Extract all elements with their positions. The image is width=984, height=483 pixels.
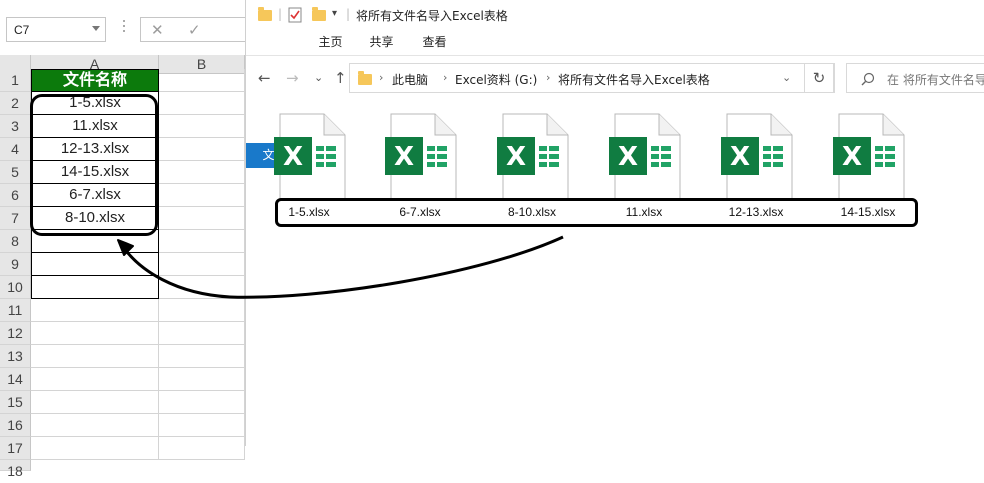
new-folder-icon[interactable] <box>312 7 326 21</box>
row-header[interactable]: 6 <box>0 184 31 207</box>
properties-icon[interactable] <box>288 7 302 23</box>
row-header[interactable]: 17 <box>0 437 31 460</box>
folder-icon <box>358 71 372 85</box>
name-box[interactable]: C7 <box>6 17 106 42</box>
excel-file-icon: X <box>721 113 793 201</box>
cell-b13[interactable] <box>159 345 245 368</box>
navigation-bar: ← → ⌄ ↑ › 此电脑 › Excel资料 (G:) › 将所有文件名导入E… <box>246 58 984 98</box>
row-header[interactable]: 2 <box>0 92 31 115</box>
tab-share[interactable]: 共享 <box>359 30 404 55</box>
excel-file-icon: X <box>274 113 346 201</box>
excel-file-icon: X <box>385 113 457 201</box>
cell-a11[interactable] <box>31 299 159 322</box>
divider: | <box>346 7 351 21</box>
excel-letter: X <box>842 142 862 172</box>
excel-file-icon: X <box>833 113 905 201</box>
tab-view[interactable]: 查看 <box>412 30 457 55</box>
row-header[interactable]: 12 <box>0 322 31 345</box>
excel-letter: X <box>394 142 414 172</box>
drag-handle-icon[interactable] <box>123 20 126 38</box>
cell-a10[interactable] <box>31 276 159 299</box>
cell-a1-header[interactable]: 文件名称 <box>31 69 159 92</box>
excel-letter: X <box>283 142 303 172</box>
cell-b1[interactable] <box>159 69 245 92</box>
cell-b14[interactable] <box>159 368 245 391</box>
formula-buttons: ✕ ✓ fx <box>140 17 376 42</box>
breadcrumb-drive[interactable]: Excel资料 (G:) <box>455 71 537 88</box>
row-header[interactable]: 8 <box>0 230 31 253</box>
cell-b17[interactable] <box>159 437 245 460</box>
forward-arrow-icon[interactable]: → <box>286 69 299 87</box>
excel-file-icon: X <box>497 113 569 201</box>
row-header[interactable]: 15 <box>0 391 31 414</box>
cell-b12[interactable] <box>159 322 245 345</box>
cell-a14[interactable] <box>31 368 159 391</box>
divider: | <box>278 7 283 21</box>
customize-toolbar-icon[interactable]: ▾ <box>332 8 337 19</box>
title-bar: | ▾ | 将所有文件名导入Excel表格 <box>246 0 984 30</box>
row-header[interactable]: 9 <box>0 253 31 276</box>
cell-b8[interactable] <box>159 230 245 253</box>
breadcrumb-current-folder[interactable]: 将所有文件名导入Excel表格 <box>558 71 710 88</box>
row-header[interactable]: 4 <box>0 138 31 161</box>
cell-b6[interactable] <box>159 184 245 207</box>
chevron-right-icon[interactable]: › <box>379 71 383 84</box>
cancel-icon[interactable]: ✕ <box>151 21 164 39</box>
tab-home[interactable]: 主页 <box>308 30 353 55</box>
up-arrow-icon[interactable]: ↑ <box>334 69 347 87</box>
cell-b15[interactable] <box>159 391 245 414</box>
address-bar[interactable]: › 此电脑 › Excel资料 (G:) › 将所有文件名导入Excel表格 ⌄ <box>349 63 835 93</box>
recent-locations-icon[interactable]: ⌄ <box>314 71 323 84</box>
cell-b5[interactable] <box>159 161 245 184</box>
chevron-right-icon[interactable]: › <box>546 71 550 84</box>
formula-bar: C7 ✕ ✓ fx <box>0 0 376 60</box>
ribbon-tabs: 文件 主页 共享 查看 <box>246 30 984 168</box>
cell-b7[interactable] <box>159 207 245 230</box>
cell-a17[interactable] <box>31 437 159 460</box>
cell-b11[interactable] <box>159 299 245 322</box>
highlight-box-excel <box>30 94 158 236</box>
back-arrow-icon[interactable]: ← <box>258 69 271 87</box>
excel-letter: X <box>730 142 750 172</box>
excel-letter: X <box>506 142 526 172</box>
folder-icon <box>258 7 272 21</box>
cell-b4[interactable] <box>159 138 245 161</box>
cell-a9[interactable] <box>31 253 159 276</box>
cell-b3[interactable] <box>159 115 245 138</box>
excel-file-icon: X <box>609 113 681 201</box>
highlight-box-files <box>275 198 918 227</box>
row-header[interactable]: 1 <box>0 69 31 92</box>
row-header[interactable]: 5 <box>0 161 31 184</box>
cell-b9[interactable] <box>159 253 245 276</box>
search-icon <box>861 72 875 86</box>
enter-check-icon[interactable]: ✓ <box>188 21 201 39</box>
cell-a16[interactable] <box>31 414 159 437</box>
window-title: 将所有文件名导入Excel表格 <box>356 9 508 23</box>
row-header[interactable]: 7 <box>0 207 31 230</box>
row-header[interactable]: 16 <box>0 414 31 437</box>
cell-b2[interactable] <box>159 92 245 115</box>
cell-b10[interactable] <box>159 276 245 299</box>
cell-a12[interactable] <box>31 322 159 345</box>
search-box[interactable]: 在 将所有文件名导 <box>846 63 984 93</box>
chevron-down-icon[interactable] <box>92 26 100 31</box>
row-header[interactable]: 18 <box>0 460 31 479</box>
cell-a15[interactable] <box>31 391 159 414</box>
cell-b16[interactable] <box>159 414 245 437</box>
row-header[interactable]: 13 <box>0 345 31 368</box>
name-box-value: C7 <box>14 23 30 37</box>
cell-a13[interactable] <box>31 345 159 368</box>
refresh-icon[interactable]: ↻ <box>804 63 834 93</box>
chevron-down-icon[interactable]: ⌄ <box>782 71 791 84</box>
excel-window: C7 ✕ ✓ fx A B 1 2 3 4 5 6 7 8 9 10 11 12… <box>0 0 376 479</box>
row-header[interactable]: 10 <box>0 276 31 299</box>
search-placeholder: 在 将所有文件名导 <box>887 73 984 87</box>
excel-letter: X <box>618 142 638 172</box>
row-header[interactable]: 14 <box>0 368 31 391</box>
chevron-right-icon[interactable]: › <box>443 71 447 84</box>
row-header[interactable]: 11 <box>0 299 31 322</box>
row-header[interactable]: 3 <box>0 115 31 138</box>
breadcrumb-this-pc[interactable]: 此电脑 <box>392 71 428 88</box>
